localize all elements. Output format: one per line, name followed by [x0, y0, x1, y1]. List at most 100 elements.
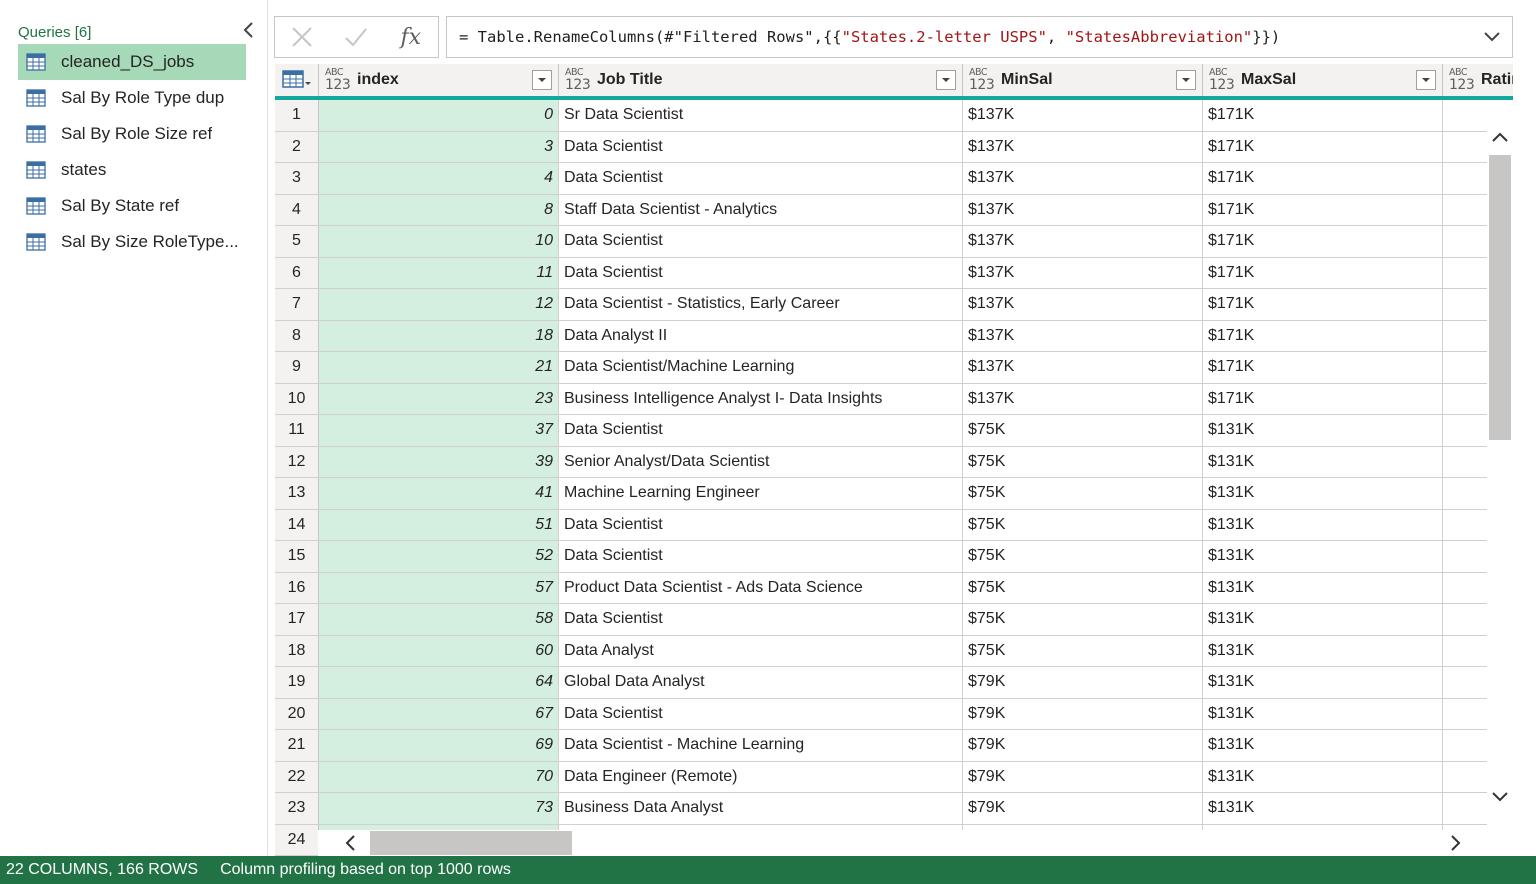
cell-job-title[interactable]: Business Intelligence Analyst I- Data In…: [559, 383, 963, 415]
cell-index[interactable]: 73: [319, 793, 559, 825]
cell-job-title[interactable]: Business Data Analyst: [559, 793, 963, 825]
cell-min-sal[interactable]: $79K: [963, 698, 1203, 730]
cell-max-sal[interactable]: $131K: [1203, 572, 1443, 604]
table-row[interactable]: 22 70 Data Engineer (Remote) $79K $131K: [275, 761, 1513, 793]
collapse-pane-button[interactable]: [240, 20, 258, 40]
row-number[interactable]: 5: [275, 226, 319, 258]
cell-job-title[interactable]: Sr Data Scientist: [559, 100, 963, 132]
cell-index[interactable]: 67: [319, 698, 559, 730]
table-row[interactable]: 18 60 Data Analyst $75K $131K: [275, 635, 1513, 667]
cell-job-title[interactable]: Data Analyst II: [559, 320, 963, 352]
row-number[interactable]: 20: [275, 698, 319, 730]
table-row[interactable]: 16 57 Product Data Scientist - Ads Data Sc…: [275, 572, 1513, 604]
cell-job-title[interactable]: Data Scientist: [559, 131, 963, 163]
vertical-scroll-thumb[interactable]: [1489, 155, 1511, 440]
scroll-up-button[interactable]: [1487, 126, 1513, 148]
cell-index[interactable]: 52: [319, 541, 559, 573]
type-any-icon[interactable]: ABC 123: [565, 67, 593, 93]
cell-max-sal[interactable]: $171K: [1203, 257, 1443, 289]
cell-max-sal[interactable]: $131K: [1203, 730, 1443, 762]
row-number[interactable]: 19: [275, 667, 319, 699]
cell-max-sal[interactable]: $131K: [1203, 541, 1443, 573]
cell-min-sal[interactable]: $137K: [963, 320, 1203, 352]
cell-index[interactable]: 8: [319, 194, 559, 226]
row-number[interactable]: 11: [275, 415, 319, 447]
cell-min-sal[interactable]: $75K: [963, 446, 1203, 478]
cell-index[interactable]: 60: [319, 635, 559, 667]
cell-max-sal[interactable]: $131K: [1203, 635, 1443, 667]
status-profiling[interactable]: Column profiling based on top 1000 rows: [220, 861, 511, 879]
scroll-right-button[interactable]: [1444, 833, 1468, 853]
cell-max-sal[interactable]: $131K: [1203, 793, 1443, 825]
cell-job-title[interactable]: Data Scientist/Machine Learning: [559, 352, 963, 384]
row-number[interactable]: 4: [275, 194, 319, 226]
query-item[interactable]: Sal By Role Size ref: [18, 116, 246, 152]
cell-min-sal[interactable]: $79K: [963, 730, 1203, 762]
column-filter-button[interactable]: [1416, 70, 1436, 90]
cell-min-sal[interactable]: $137K: [963, 226, 1203, 258]
cell-job-title[interactable]: Data Scientist: [559, 604, 963, 636]
commit-edit-button[interactable]: [329, 17, 383, 57]
cell-index[interactable]: 23: [319, 383, 559, 415]
row-number[interactable]: 22: [275, 761, 319, 793]
table-row[interactable]: 1 0 Sr Data Scientist $137K $171K: [275, 100, 1513, 132]
expand-formula-button[interactable]: [1472, 17, 1512, 57]
row-number[interactable]: 9: [275, 352, 319, 384]
query-item[interactable]: cleaned_DS_jobs: [18, 44, 246, 80]
cell-job-title[interactable]: Data Scientist: [559, 509, 963, 541]
cell-index[interactable]: 58: [319, 604, 559, 636]
cell-min-sal[interactable]: $75K: [963, 604, 1203, 636]
cell-min-sal[interactable]: $137K: [963, 257, 1203, 289]
cell-index[interactable]: 10: [319, 226, 559, 258]
cell-max-sal[interactable]: $171K: [1203, 100, 1443, 132]
table-row[interactable]: 6 11 Data Scientist $137K $171K: [275, 257, 1513, 289]
row-number[interactable]: 21: [275, 730, 319, 762]
row-number[interactable]: 13: [275, 478, 319, 510]
type-any-icon[interactable]: ABC 123: [1449, 67, 1477, 93]
cell-job-title[interactable]: Product Data Scientist - Ads Data Scienc…: [559, 572, 963, 604]
column-header[interactable]: ABC 123 index: [319, 64, 559, 96]
row-number[interactable]: 1: [275, 100, 319, 132]
cell-job-title[interactable]: Data Scientist: [559, 698, 963, 730]
cell-max-sal[interactable]: $171K: [1203, 163, 1443, 195]
cell-job-title[interactable]: Data Scientist - Machine Learning: [559, 730, 963, 762]
cell-index[interactable]: 0: [319, 100, 559, 132]
cell-min-sal[interactable]: $79K: [963, 667, 1203, 699]
cell-index[interactable]: 64: [319, 667, 559, 699]
cell-job-title[interactable]: Data Analyst: [559, 635, 963, 667]
cell-max-sal[interactable]: $171K: [1203, 131, 1443, 163]
query-item[interactable]: Sal By State ref: [18, 188, 246, 224]
insert-function-button[interactable]: fx: [384, 17, 438, 57]
cell-min-sal[interactable]: $75K: [963, 509, 1203, 541]
cell-min-sal[interactable]: $75K: [963, 415, 1203, 447]
formula-text[interactable]: = Table.RenameColumns(#"Filtered Rows",{…: [447, 28, 1472, 46]
cell-index[interactable]: 57: [319, 572, 559, 604]
table-row[interactable]: 12 39 Senior Analyst/Data Scientist $75K $13…: [275, 446, 1513, 478]
row-number[interactable]: 2: [275, 131, 319, 163]
table-row[interactable]: 11 37 Data Scientist $75K $131K: [275, 415, 1513, 447]
query-item[interactable]: Sal By Size RoleType...: [18, 224, 246, 260]
table-row[interactable]: 3 4 Data Scientist $137K $171K: [275, 163, 1513, 195]
cell-max-sal[interactable]: $171K: [1203, 352, 1443, 384]
table-row[interactable]: 8 18 Data Analyst II $137K $171K: [275, 320, 1513, 352]
cell-index[interactable]: 37: [319, 415, 559, 447]
row-number[interactable]: 3: [275, 163, 319, 195]
row-number[interactable]: 7: [275, 289, 319, 321]
column-header[interactable]: ABC 123 MaxSal: [1203, 64, 1443, 96]
cell-min-sal[interactable]: $137K: [963, 194, 1203, 226]
type-any-icon[interactable]: ABC 123: [1209, 67, 1237, 93]
cell-max-sal[interactable]: $131K: [1203, 667, 1443, 699]
cell-index[interactable]: 41: [319, 478, 559, 510]
cell-index[interactable]: 51: [319, 509, 559, 541]
cell-job-title[interactable]: Data Scientist: [559, 226, 963, 258]
table-row[interactable]: 15 52 Data Scientist $75K $131K: [275, 541, 1513, 573]
row-number[interactable]: 10: [275, 383, 319, 415]
table-row[interactable]: 17 58 Data Scientist $75K $131K: [275, 604, 1513, 636]
table-row[interactable]: 7 12 Data Scientist - Statistics, Early Ca…: [275, 289, 1513, 321]
row-number[interactable]: 12: [275, 446, 319, 478]
row-number[interactable]: 18: [275, 635, 319, 667]
query-item[interactable]: Sal By Role Type dup: [18, 80, 246, 116]
scroll-down-button[interactable]: [1487, 786, 1513, 808]
cell-max-sal[interactable]: $131K: [1203, 698, 1443, 730]
cell-max-sal[interactable]: $131K: [1203, 415, 1443, 447]
